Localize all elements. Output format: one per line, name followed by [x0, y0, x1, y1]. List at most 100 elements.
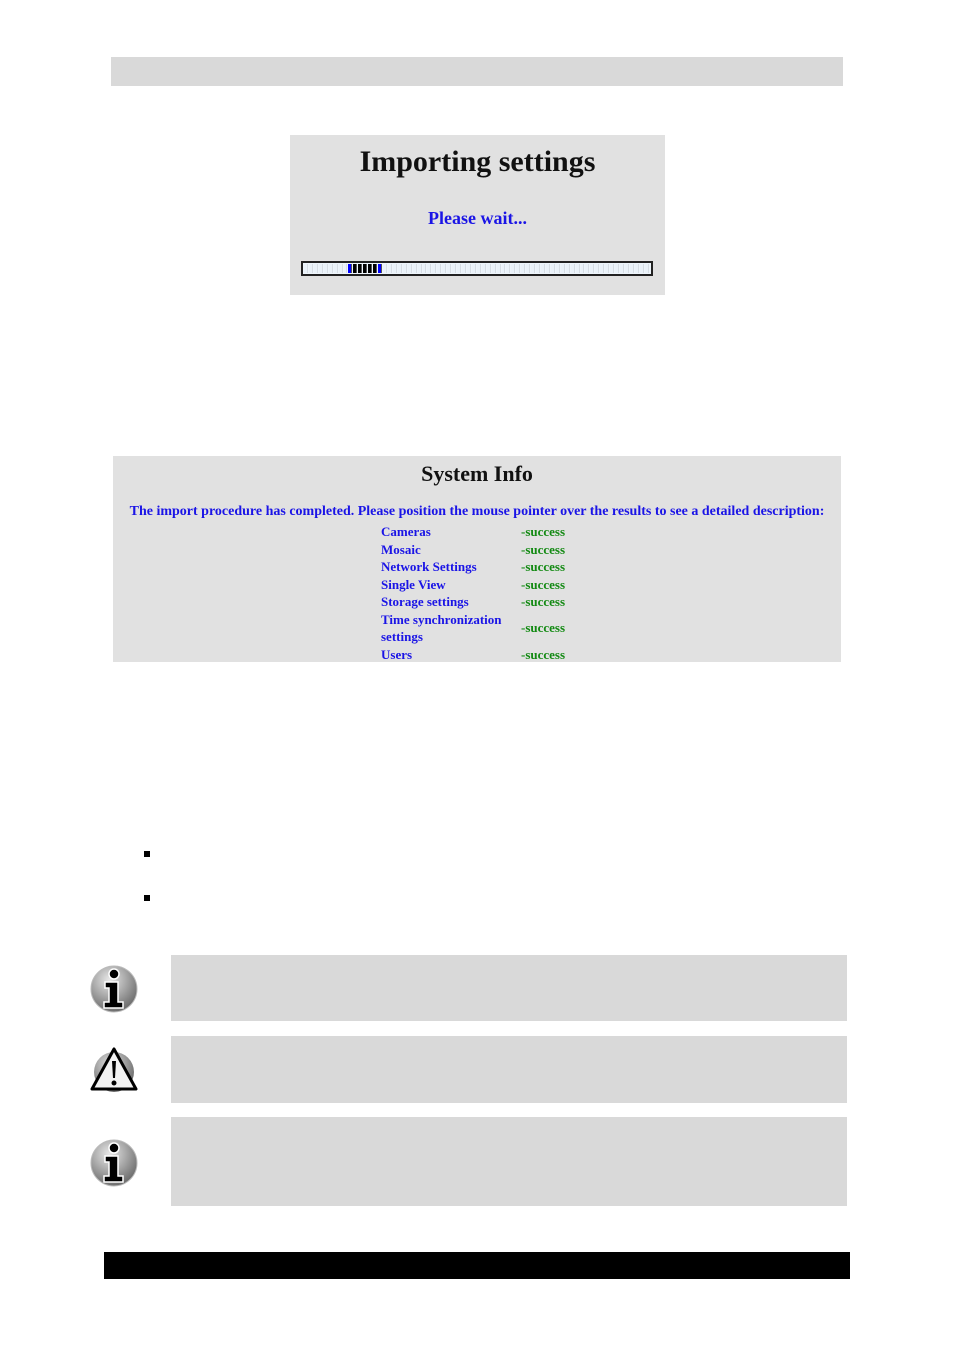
progress-segment: [442, 264, 447, 273]
completion-message: The import procedure has completed. Plea…: [129, 504, 825, 519]
progress-segment: [304, 264, 308, 273]
result-status[interactable]: -success: [521, 576, 601, 594]
system-info-panel: System Info The import procedure has com…: [113, 456, 841, 662]
result-status[interactable]: -success: [521, 611, 601, 646]
progress-segment: [402, 264, 407, 273]
progress-segment-active: [353, 264, 358, 273]
warning-box: [171, 1036, 847, 1103]
panel-title: System Info: [421, 461, 533, 486]
result-name[interactable]: Time synchronization settings: [381, 611, 521, 646]
progress-segment: [323, 264, 328, 273]
progress-segment: [550, 264, 555, 273]
result-name[interactable]: Cameras: [381, 523, 521, 541]
progress-segment: [620, 264, 624, 273]
result-status[interactable]: -success: [521, 593, 601, 611]
progress-segment: [427, 264, 432, 273]
progress-segment: [343, 264, 348, 273]
progress-segment: [521, 264, 526, 273]
result-status[interactable]: -success: [521, 558, 601, 576]
progress-segment: [605, 264, 610, 273]
result-name[interactable]: Users: [381, 646, 521, 664]
progress-segment: [644, 264, 649, 273]
results-table: Cameras -success Mosaic -success Network S…: [381, 523, 601, 663]
progress-segment: [471, 264, 476, 273]
progress-segment: [447, 264, 452, 273]
progress-segment: [639, 264, 644, 273]
note-box: [171, 1117, 847, 1206]
progress-segment: [313, 264, 318, 273]
progress-segment: [595, 264, 600, 273]
progress-segment: [496, 264, 501, 273]
progress-segment: [422, 264, 427, 273]
progress-segment: [462, 264, 466, 273]
progress-segment: [511, 264, 516, 273]
result-status[interactable]: -success: [521, 541, 601, 559]
progress-bar: [301, 261, 653, 276]
result-row[interactable]: Network Settings -success: [381, 558, 601, 576]
result-row[interactable]: Time synchronization settings -success: [381, 611, 601, 646]
result-row[interactable]: Cameras -success: [381, 523, 601, 541]
progress-segment: [466, 264, 471, 273]
progress-segment: [457, 264, 461, 273]
progress-segment: [387, 264, 392, 273]
progress-segment: [417, 264, 422, 273]
progress-segment: [328, 264, 333, 273]
result-name[interactable]: Network Settings: [381, 558, 521, 576]
info-icon: [90, 965, 138, 1013]
progress-segment-active: [368, 264, 373, 273]
import-settings-dialog: Importing settings Please wait...: [290, 135, 665, 295]
progress-segment: [624, 264, 629, 273]
bullet-marker: [144, 851, 150, 857]
progress-segment: [531, 264, 536, 273]
progress-segment: [600, 264, 605, 273]
progress-segment: [392, 264, 397, 273]
header-band: [111, 57, 843, 86]
progress-segment: [383, 264, 387, 273]
progress-segment: [526, 264, 531, 273]
progress-segment: [481, 264, 486, 273]
result-status[interactable]: -success: [521, 523, 601, 541]
progress-segment: [486, 264, 491, 273]
progress-segment: [432, 264, 437, 273]
progress-segment: [476, 264, 481, 273]
progress-segment: [615, 264, 619, 273]
dialog-title: Importing settings: [359, 145, 596, 178]
progress-segment: [412, 264, 417, 273]
progress-segment: [318, 264, 323, 273]
progress-segment: [333, 264, 338, 273]
progress-segment: [555, 264, 560, 273]
result-name[interactable]: Single View: [381, 576, 521, 594]
status-text: Please wait...: [428, 208, 527, 228]
progress-segment: [629, 264, 634, 273]
progress-segment: [610, 264, 615, 273]
progress-segment: [437, 264, 442, 273]
bullet-marker: [144, 895, 150, 901]
progress-segment: [308, 264, 313, 273]
result-status[interactable]: -success: [521, 646, 601, 664]
result-row[interactable]: Users -success: [381, 646, 601, 664]
progress-segment: [590, 264, 595, 273]
progress-segment: [407, 264, 412, 273]
progress-segment-active: [378, 264, 382, 273]
result-row[interactable]: Storage settings -success: [381, 593, 601, 611]
result-row[interactable]: Mosaic -success: [381, 541, 601, 559]
progress-segment: [570, 264, 575, 273]
warning-icon: [90, 1047, 138, 1092]
progress-segment: [516, 264, 521, 273]
progress-segment: [491, 264, 496, 273]
result-name[interactable]: Mosaic: [381, 541, 521, 559]
footer-band: [104, 1252, 850, 1279]
result-name[interactable]: Storage settings: [381, 593, 521, 611]
progress-segment: [580, 264, 585, 273]
progress-segment: [397, 264, 402, 273]
result-row[interactable]: Single View -success: [381, 576, 601, 594]
progress-segment: [452, 264, 457, 273]
progress-segment-active: [373, 264, 378, 273]
progress-segment: [565, 264, 570, 273]
progress-segment: [501, 264, 506, 273]
progress-segment-active: [363, 264, 368, 273]
progress-segment: [338, 264, 343, 273]
progress-segment: [545, 264, 550, 273]
progress-segment: [536, 264, 540, 273]
info-icon: [90, 1139, 138, 1187]
